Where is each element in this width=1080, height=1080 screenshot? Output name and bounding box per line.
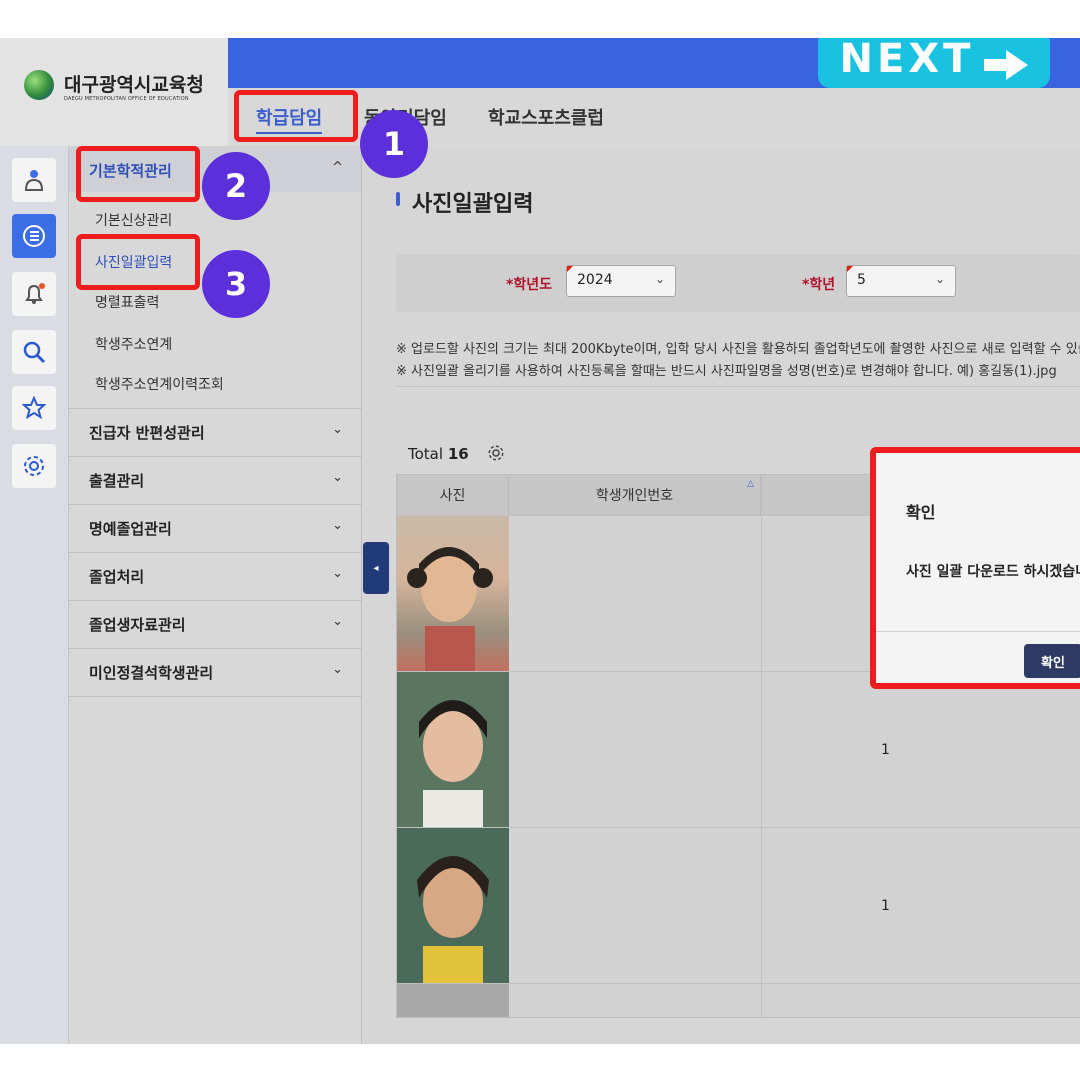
logo-subtitle: DAEGU METROPOLITAN OFFICE OF EDUCATION: [64, 96, 189, 102]
divider: [69, 696, 361, 697]
grade-value: 5: [857, 272, 866, 288]
column-header-label: 학생개인번호: [595, 488, 674, 504]
page-title: 사진일괄입력: [412, 192, 534, 217]
filter-panel: *학년도 2024 ⌄ *학년 5 ⌄: [396, 254, 1080, 312]
row-number: 1: [881, 898, 890, 914]
divider: [69, 600, 361, 601]
chevron-down-icon: ⌄: [934, 272, 945, 286]
chevron-down-icon: ⌄: [332, 470, 343, 485]
divider: [69, 504, 361, 505]
column-header-photo: 사진: [397, 475, 509, 515]
chevron-up-icon: ^: [332, 160, 343, 175]
table-row[interactable]: [397, 983, 1080, 1017]
highlight-box-tab: [234, 90, 358, 142]
column-header-student-id[interactable]: 학생개인번호 △: [509, 475, 761, 515]
step-badge-1: 1: [360, 110, 428, 178]
menu-group-label: 졸업처리: [89, 568, 145, 586]
star-icon[interactable]: [12, 386, 56, 430]
menu-item-roster-print[interactable]: 명렬표출력: [95, 292, 159, 312]
icon-sidebar: [0, 146, 69, 1044]
chevron-down-icon: ⌄: [332, 422, 343, 437]
settings-gear-icon[interactable]: [487, 445, 505, 463]
divider: [69, 648, 361, 649]
required-marker: [567, 266, 573, 272]
menu-group-label: 미인정결석학생관리: [89, 664, 214, 682]
tab-school-sports-club[interactable]: 학교스포츠클럽: [488, 104, 604, 130]
total-label: Total: [408, 445, 444, 463]
divider: [69, 456, 361, 457]
total-count: Total 16: [408, 444, 505, 463]
chevron-down-icon: ⌄: [332, 566, 343, 581]
highlight-box-menu: [76, 146, 200, 202]
chevron-down-icon: ⌄: [332, 614, 343, 629]
menu-item-address-link[interactable]: 학생주소연계: [95, 334, 172, 354]
year-value: 2024: [577, 272, 613, 288]
step-badge-3: 3: [202, 250, 270, 318]
notice-text: ※ 사진일괄 올리기를 사용하여 사진등록을 할때는 반드시 사진파일명을 성명…: [396, 364, 1057, 379]
step-badge-2: 2: [202, 152, 270, 220]
menu-item-address-history[interactable]: 학생주소연계이력조회: [95, 374, 224, 394]
table-row[interactable]: 1: [397, 827, 1080, 984]
logo-title: 대구광역시교육청: [64, 74, 204, 96]
dialog-title: 확인: [906, 503, 936, 522]
title-marker: [396, 192, 400, 206]
menu-group-label: 졸업생자료관리: [89, 616, 186, 634]
year-select[interactable]: 2024 ⌄: [566, 265, 676, 297]
chevron-down-icon: ⌄: [332, 518, 343, 533]
divider: [69, 552, 361, 553]
menu-group-label: 출결관리: [89, 472, 145, 490]
confirm-dialog: 확인 사진 일괄 다운로드 하시겠습니까? 확인: [870, 447, 1080, 689]
gear-icon[interactable]: [12, 444, 56, 488]
divider: [876, 631, 1080, 632]
person-icon[interactable]: [12, 158, 56, 202]
divider: [69, 408, 361, 409]
dialog-message: 사진 일괄 다운로드 하시겠습니까?: [906, 564, 1080, 580]
grade-label: *학년: [802, 277, 836, 293]
student-photo: [397, 984, 509, 1017]
next-label: NEXT: [839, 38, 975, 82]
menu-group-label: 명예졸업관리: [89, 520, 172, 538]
menu-group-label: 진급자 반편성관리: [89, 424, 205, 442]
grade-select[interactable]: 5 ⌄: [846, 265, 956, 297]
notice-text: ※ 업로드할 사진의 크기는 최대 200Kbyte이며, 입학 당시 사진을 …: [396, 342, 1080, 357]
sort-icon[interactable]: △: [747, 479, 754, 489]
year-label: *학년도: [506, 277, 552, 293]
required-marker: [847, 266, 853, 272]
chevron-down-icon: ⌄: [332, 662, 343, 677]
table-row[interactable]: 1: [397, 671, 1080, 828]
search-icon[interactable]: [12, 330, 56, 374]
bell-icon[interactable]: [12, 272, 56, 316]
student-photo: [397, 516, 509, 672]
student-photo: [397, 672, 509, 828]
logo-area: 대구광역시교육청 DAEGU METROPOLITAN OFFICE OF ED…: [0, 38, 228, 146]
total-value: 16: [447, 445, 469, 463]
list-icon[interactable]: [12, 214, 56, 258]
collapse-sidebar-button[interactable]: ◂: [363, 542, 389, 594]
menu-item-basic-info[interactable]: 기본신상관리: [95, 210, 172, 230]
student-photo: [397, 828, 509, 984]
chevron-down-icon: ⌄: [654, 272, 665, 286]
divider: [396, 386, 1080, 387]
logo-globe-icon: [24, 70, 54, 100]
arrow-right-icon: [984, 44, 1029, 80]
confirm-button[interactable]: 확인: [1024, 644, 1080, 678]
next-button[interactable]: NEXT: [818, 38, 1050, 88]
row-number: 1: [881, 742, 890, 758]
highlight-box-submenu: [76, 234, 200, 290]
